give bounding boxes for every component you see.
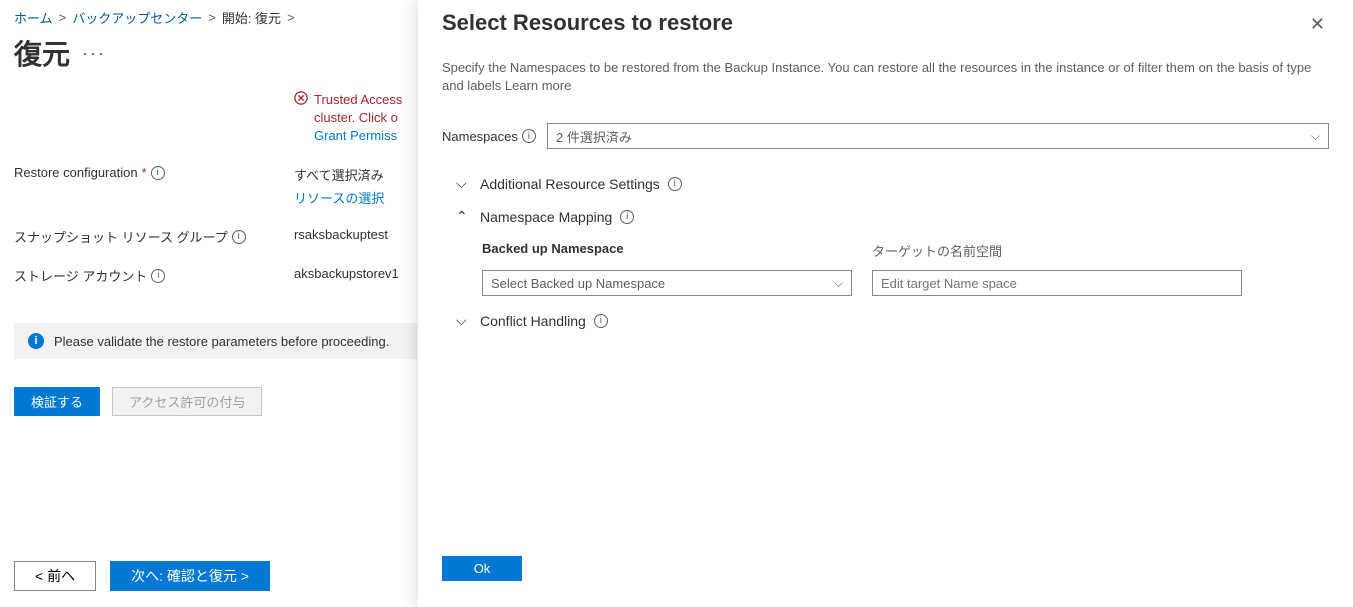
panel-title: Select Resources to restore [442, 10, 733, 36]
validate-button[interactable]: 検証する [14, 387, 100, 416]
storage-account-label: ストレージ アカウント [14, 266, 147, 285]
chevron-down-icon: ⌵ [1311, 129, 1320, 144]
select-resources-panel: Select Resources to restore ✕ Specify th… [418, 0, 1353, 607]
info-icon[interactable]: i [151, 269, 165, 283]
backed-namespace-placeholder: Select Backed up Namespace [491, 276, 665, 291]
additional-resource-settings-header[interactable]: ⌵ Additional Resource Settings i [456, 167, 1329, 200]
required-star: * [142, 165, 147, 180]
chevron-up-icon: ⌃ [456, 208, 472, 225]
grant-permission-button: アクセス許可の付与 [112, 387, 262, 416]
backed-namespace-header: Backed up Namespace [482, 241, 852, 260]
backed-namespace-dropdown[interactable]: Select Backed up Namespace ⌵ [482, 270, 852, 296]
accordion3-label: Conflict Handling [480, 313, 586, 329]
breadcrumb-sep: > [208, 10, 216, 25]
breadcrumb-sep: > [59, 10, 67, 25]
error-icon [294, 91, 308, 145]
breadcrumb-home[interactable]: ホーム [14, 8, 53, 27]
info-icon[interactable]: i [668, 177, 682, 191]
grant-permission-link[interactable]: Grant Permiss [314, 128, 397, 143]
info-icon[interactable]: i [522, 129, 536, 143]
panel-description: Specify the Namespaces to be restored fr… [442, 59, 1329, 95]
breadcrumb-sep: > [287, 10, 295, 25]
resource-select-link[interactable]: リソースの選択 [294, 188, 384, 207]
error-line2: cluster. Click o [314, 110, 398, 125]
target-namespace-header: ターゲットの名前空間 [872, 241, 1242, 260]
ok-button[interactable]: Ok [442, 556, 522, 581]
accordion2-label: Namespace Mapping [480, 209, 612, 225]
info-icon[interactable]: i [151, 166, 165, 180]
target-namespace-input[interactable] [872, 270, 1242, 296]
chevron-down-icon: ⌵ [456, 312, 472, 329]
snapshot-rg-value: rsaksbackuptest [294, 227, 388, 242]
accordion1-label: Additional Resource Settings [480, 176, 660, 192]
storage-account-value: aksbackupstorev1 [294, 266, 399, 281]
namespaces-label: Namespaces [442, 129, 518, 144]
previous-button[interactable]: < 前へ [14, 561, 96, 591]
info-icon[interactable]: i [594, 314, 608, 328]
title-menu-icon[interactable]: ··· [82, 43, 106, 64]
namespace-mapping-body: Backed up Namespace ターゲットの名前空間 Select Ba… [456, 233, 1329, 304]
chevron-down-icon: ⌵ [834, 276, 843, 291]
restore-config-label: Restore configuration [14, 165, 138, 180]
namespaces-dropdown[interactable]: 2 件選択済み ⌵ [547, 123, 1329, 149]
breadcrumb-current: 開始: 復元 [222, 8, 281, 27]
namespace-mapping-header[interactable]: ⌃ Namespace Mapping i [456, 200, 1329, 233]
info-icon[interactable]: i [620, 210, 634, 224]
snapshot-rg-label: スナップショット リソース グループ [14, 227, 228, 246]
conflict-handling-header[interactable]: ⌵ Conflict Handling i [456, 304, 1329, 337]
info-icon[interactable]: i [232, 230, 246, 244]
error-line1: Trusted Access [314, 92, 402, 107]
page-title: 復元 [14, 33, 70, 73]
close-icon[interactable]: ✕ [1306, 10, 1329, 39]
restore-config-value: すべて選択済み [294, 168, 384, 183]
info-icon: i [28, 333, 44, 349]
chevron-down-icon: ⌵ [456, 175, 472, 192]
breadcrumb-center[interactable]: バックアップセンター [72, 8, 202, 27]
next-button[interactable]: 次へ: 確認と復元 > [110, 561, 270, 591]
banner-text: Please validate the restore parameters b… [54, 334, 389, 349]
namespaces-selected: 2 件選択済み [556, 127, 632, 146]
